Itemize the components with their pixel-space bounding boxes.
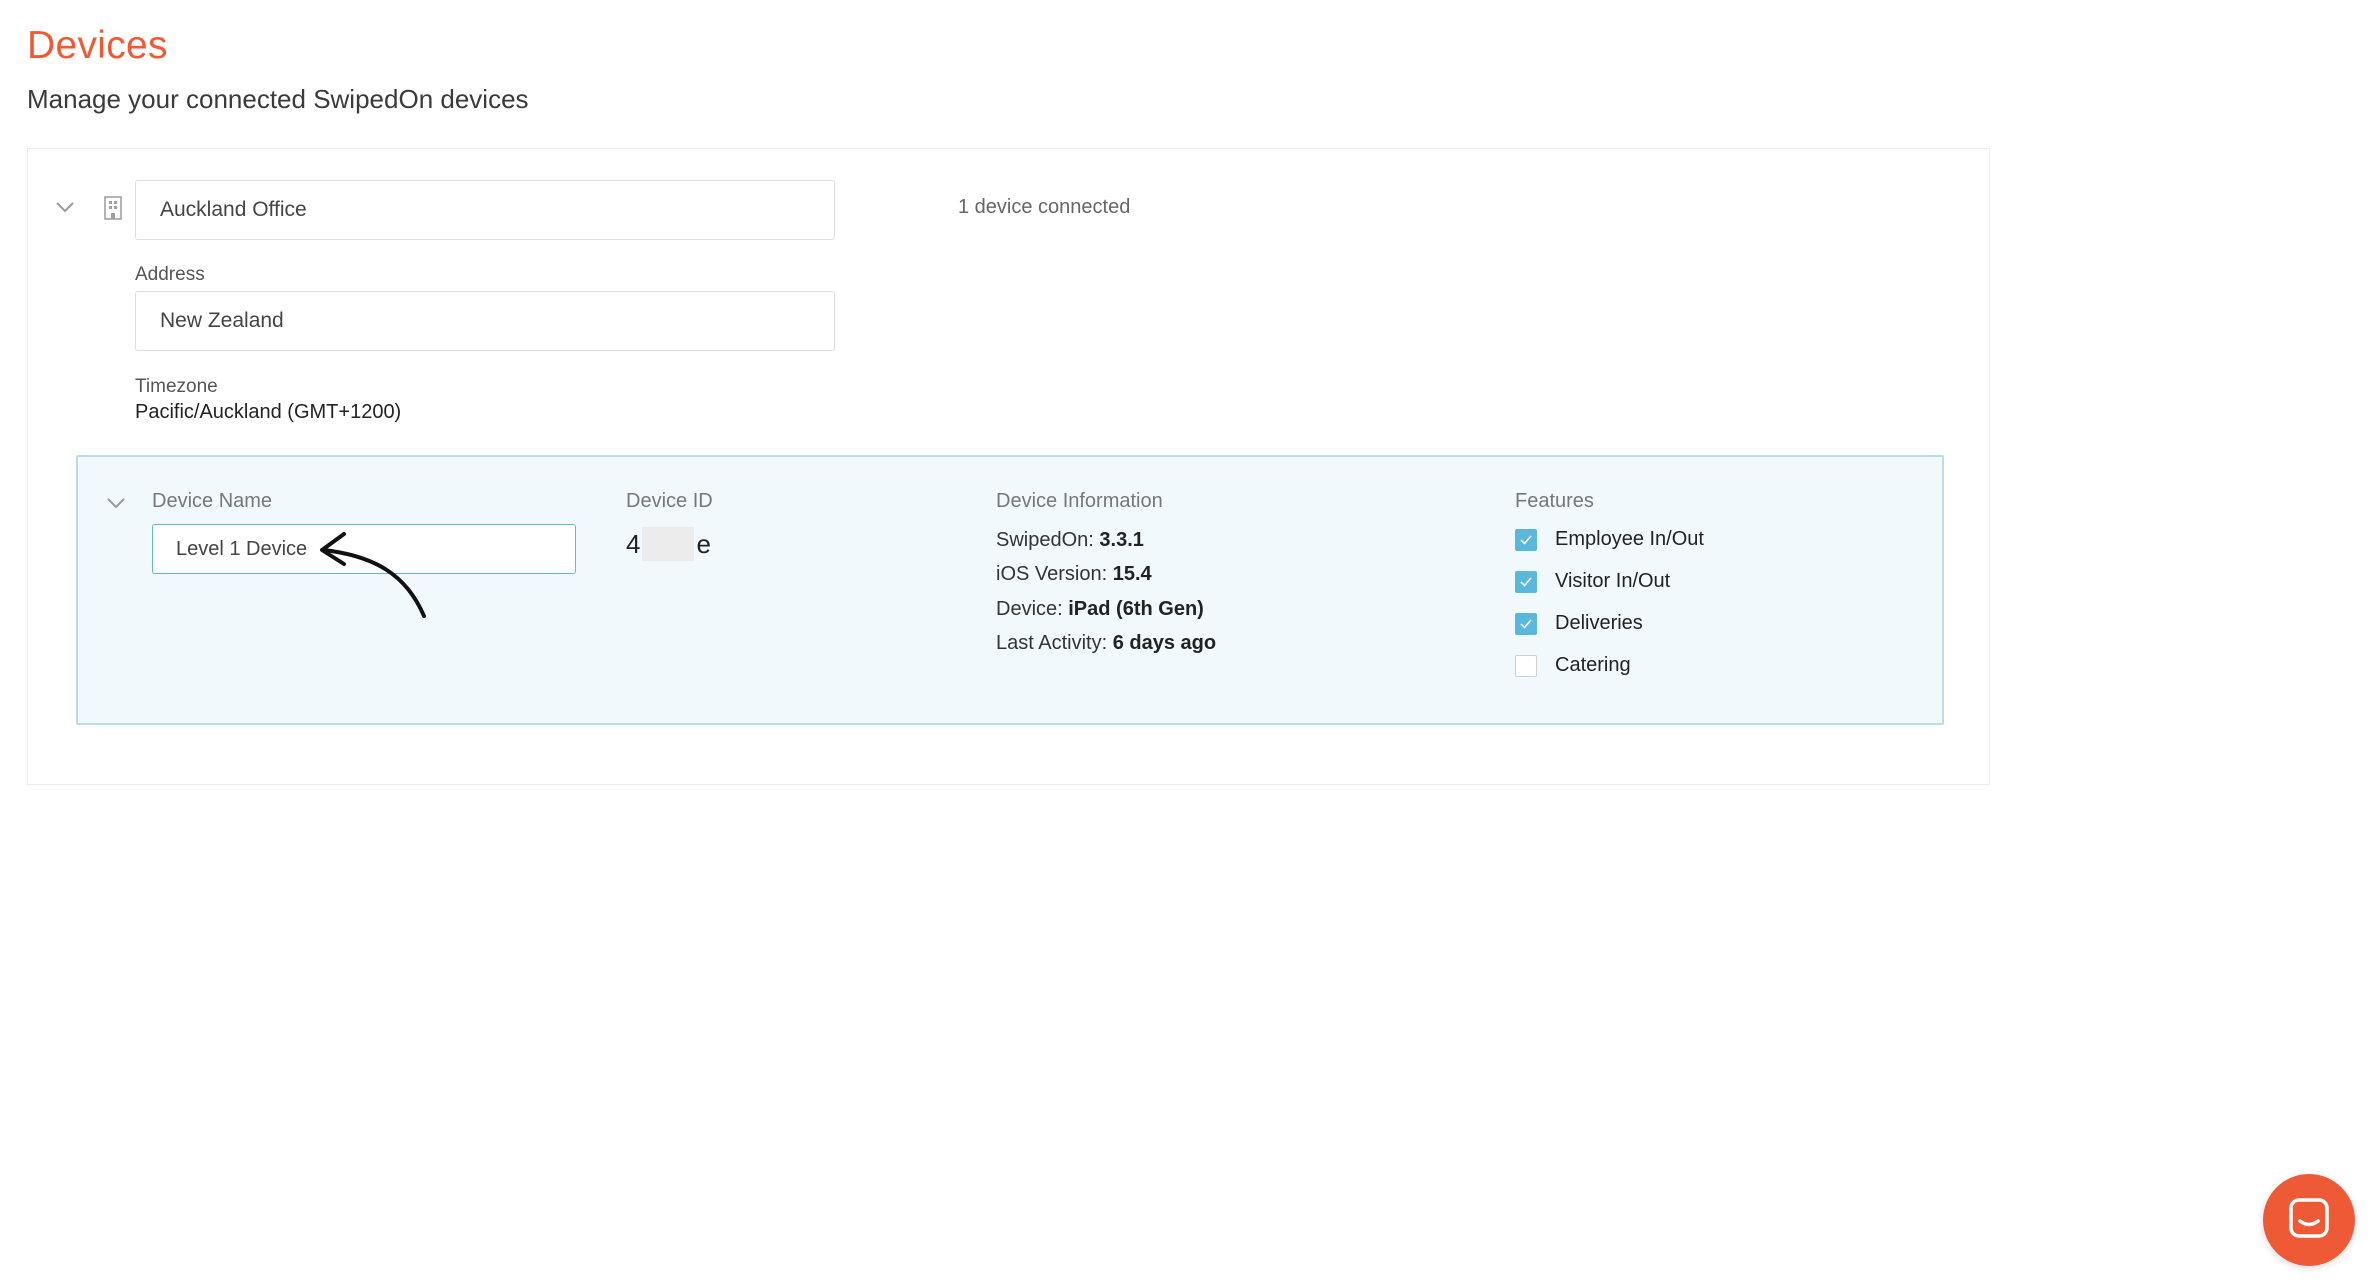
feature-deliveries[interactable]: Deliveries (1515, 612, 1643, 635)
chevron-down-icon[interactable] (104, 491, 128, 515)
chat-launcher-button[interactable] (2263, 1174, 2355, 1266)
checkbox-checked[interactable] (1515, 612, 1537, 635)
device-info-header: Device Information (996, 490, 1163, 512)
device-name-input[interactable]: Level 1 Device (152, 524, 576, 574)
info-swipedon-version: SwipedOn: 3.3.1 (996, 529, 1144, 552)
feature-label: Visitor In/Out (1555, 570, 1671, 592)
checkbox-checked[interactable] (1515, 528, 1537, 551)
page-title: Devices (27, 24, 168, 67)
page-subtitle: Manage your connected SwipedOn devices (27, 84, 529, 114)
feature-employee-in-out[interactable]: Employee In/Out (1515, 528, 1704, 551)
device-id-value: 4 e (626, 527, 711, 561)
info-label: iOS Version: (996, 563, 1113, 585)
info-value: iPad (6th Gen) (1068, 598, 1204, 620)
device-id-prefix: 4 (626, 528, 641, 559)
checkbox-unchecked[interactable] (1515, 654, 1537, 677)
devices-page: Devices Manage your connected SwipedOn d… (0, 0, 2378, 1286)
feature-visitor-in-out[interactable]: Visitor In/Out (1515, 570, 1670, 593)
info-ios-version: iOS Version: 15.4 (996, 563, 1152, 586)
location-card: Auckland Office 1 device connected Addre… (27, 148, 1990, 785)
feature-catering[interactable]: Catering (1515, 654, 1631, 677)
feature-label: Catering (1555, 654, 1631, 676)
device-id-header: Device ID (626, 490, 713, 512)
checkbox-checked[interactable] (1515, 570, 1537, 593)
info-label: SwipedOn: (996, 529, 1100, 551)
address-input[interactable]: New Zealand (135, 291, 835, 351)
chevron-down-icon[interactable] (53, 195, 77, 219)
location-name-input[interactable]: Auckland Office (135, 180, 835, 240)
devices-connected-count: 1 device connected (958, 196, 1131, 218)
info-device-model: Device: iPad (6th Gen) (996, 598, 1204, 621)
feature-label: Deliveries (1555, 612, 1643, 634)
timezone-value: Pacific/Auckland (GMT+1200) (135, 401, 402, 423)
device-id-suffix: e (696, 528, 711, 559)
info-label: Last Activity: (996, 632, 1113, 654)
features-header: Features (1515, 490, 1594, 512)
device-panel: Device Name Level 1 Device Device ID 4 e… (76, 455, 1944, 725)
device-name-header: Device Name (152, 490, 273, 512)
info-last-activity: Last Activity: 6 days ago (996, 632, 1216, 655)
address-label: Address (135, 264, 205, 285)
info-value: 6 days ago (1112, 632, 1217, 654)
info-value: 3.3.1 (1099, 529, 1144, 551)
timezone-label: Timezone (135, 376, 218, 397)
info-label: Device: (996, 598, 1069, 620)
chat-icon (2288, 1197, 2330, 1244)
feature-label: Employee In/Out (1555, 528, 1704, 550)
info-value: 15.4 (1112, 563, 1152, 585)
building-icon (102, 195, 124, 221)
redacted-block (642, 527, 695, 561)
